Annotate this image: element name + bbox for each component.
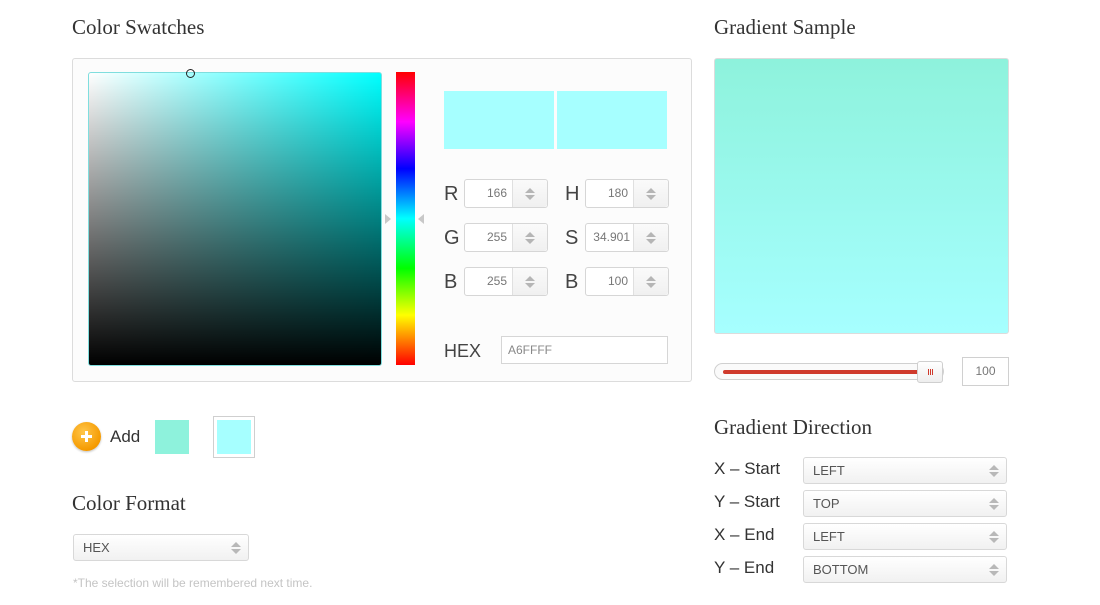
y-start-label: Y – Start [714,492,780,511]
x-end-select[interactable]: LEFT [803,523,1007,550]
color-format-select[interactable]: HEX [73,534,249,561]
arrow-down-icon[interactable] [646,194,656,200]
arrow-up-icon[interactable] [646,231,656,237]
select-arrows-icon [989,564,999,576]
slider-fill [723,370,921,374]
select-arrows-icon [989,531,999,543]
hue-pointer-left-icon[interactable] [385,214,391,224]
green-field[interactable]: 255 [464,223,548,252]
hue-field[interactable]: 180 [585,179,669,208]
gradient-direction-heading: Gradient Direction [714,415,873,439]
arrow-down-icon[interactable] [525,238,535,244]
arrow-up-icon[interactable] [525,187,535,193]
gradient-sample-heading: Gradient Sample [714,15,856,39]
blue-value[interactable]: 255 [465,268,513,295]
arrow-down-icon[interactable] [525,194,535,200]
brightness-stepper[interactable] [634,268,668,295]
green-stepper[interactable] [513,224,547,251]
y-end-label: Y – End [714,558,775,577]
saturation-stepper[interactable] [634,224,668,251]
blue-field[interactable]: 255 [464,267,548,296]
blue-label: B [444,271,458,293]
arrow-up-icon[interactable] [525,275,535,281]
x-end-value: LEFT [813,529,845,544]
new-color-preview [444,91,554,149]
hue-slider[interactable] [396,72,415,365]
select-arrows-icon [231,542,241,554]
x-end-label: X – End [714,525,775,544]
swatch-item-selected[interactable] [213,416,255,458]
blue-stepper[interactable] [513,268,547,295]
y-start-select[interactable]: TOP [803,490,1007,517]
green-value[interactable]: 255 [465,224,513,251]
color-swatches-heading: Color Swatches [72,15,205,39]
add-label[interactable]: Add [110,427,140,447]
gradient-preview [714,58,1009,334]
plus-icon[interactable] [72,422,101,451]
arrow-down-icon[interactable] [525,282,535,288]
select-arrows-icon [989,498,999,510]
slider-handle[interactable] [917,361,943,383]
brightness-label: B [565,271,579,293]
arrow-up-icon[interactable] [646,187,656,193]
swatch-item[interactable] [155,420,189,454]
x-start-label: X – Start [714,459,781,478]
saturation-field[interactable]: 34.901 [585,223,669,252]
selection-note: *The selection will be remembered next t… [73,576,313,590]
red-label: R [444,183,459,205]
hue-stepper[interactable] [634,180,668,207]
color-picker-panel: R 166 G 255 B 255 H 180 S 34.901 B 100 H… [72,58,692,382]
y-start-value: TOP [813,496,840,511]
hex-input[interactable]: A6FFFF [501,336,668,364]
color-format-heading: Color Format [72,491,186,515]
red-stepper[interactable] [513,180,547,207]
add-swatch-button[interactable]: Add [72,422,140,451]
gradient-slider[interactable] [714,361,944,383]
saturation-label: S [565,227,579,249]
saturation-brightness-area[interactable] [88,69,382,366]
color-cursor[interactable] [186,69,195,78]
hex-label: HEX [444,341,482,361]
x-start-select[interactable]: LEFT [803,457,1007,484]
red-value[interactable]: 166 [465,180,513,207]
saturation-value[interactable]: 34.901 [586,224,634,251]
brightness-value[interactable]: 100 [586,268,634,295]
color-format-value: HEX [83,540,110,555]
swatch-color[interactable] [217,420,251,454]
slider-value-input[interactable]: 100 [962,357,1009,386]
y-end-value: BOTTOM [813,562,869,577]
hue-value[interactable]: 180 [586,180,634,207]
current-color-preview[interactable] [557,91,667,149]
hue-label: H [565,183,580,205]
arrow-down-icon[interactable] [646,282,656,288]
green-label: G [444,227,460,249]
arrow-up-icon[interactable] [646,275,656,281]
select-arrows-icon [989,465,999,477]
red-field[interactable]: 166 [464,179,548,208]
x-start-value: LEFT [813,463,845,478]
arrow-up-icon[interactable] [525,231,535,237]
arrow-down-icon[interactable] [646,238,656,244]
hue-pointer-right-icon[interactable] [418,214,424,224]
y-end-select[interactable]: BOTTOM [803,556,1007,583]
brightness-field[interactable]: 100 [585,267,669,296]
